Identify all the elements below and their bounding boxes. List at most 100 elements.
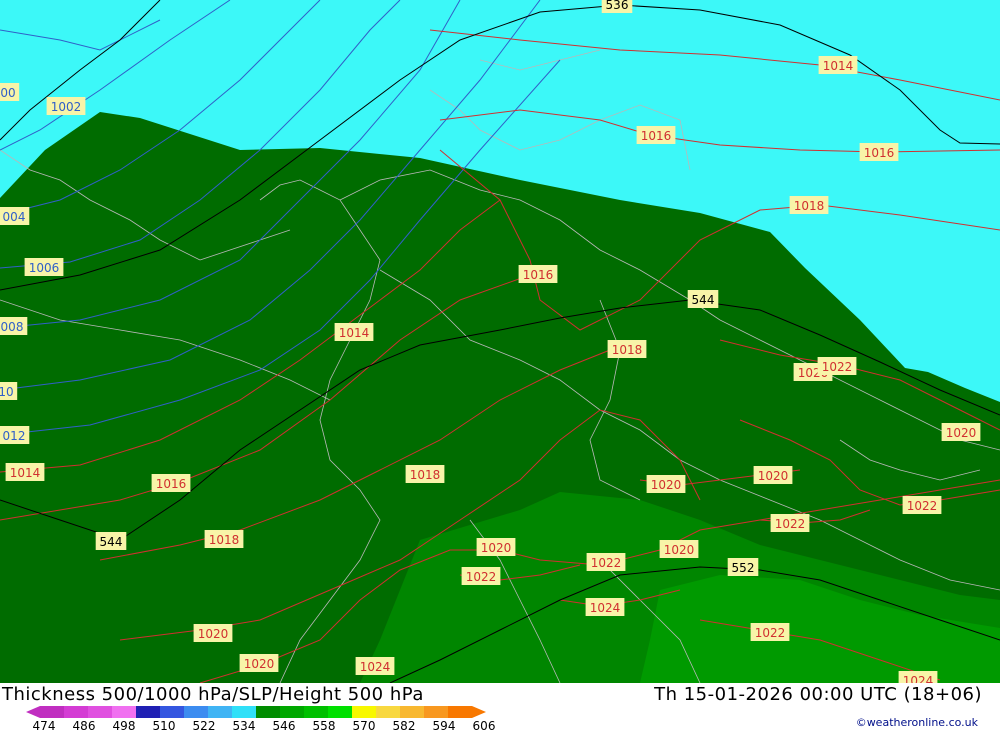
legend-swatch	[352, 706, 376, 718]
isobar-label-text: 1016	[864, 146, 895, 160]
isobar-label-text: 008	[1, 320, 24, 334]
legend-swatch	[376, 706, 400, 718]
legend-tick-label: 522	[193, 719, 216, 731]
isobar-label-text: 1006	[29, 261, 60, 275]
isobar-label-text: 1018	[209, 533, 240, 547]
isobar-label-text: 1024	[360, 660, 391, 674]
isobar-label: 1016	[151, 474, 191, 492]
isobar-label: 1020	[476, 538, 516, 556]
isobar-label-text: 552	[732, 561, 755, 575]
isobar-label-text: 1016	[156, 477, 187, 491]
isobar-label: 1022	[586, 553, 626, 571]
isobar-label-text: 1024	[903, 674, 934, 683]
isobar-label-text: 1018	[794, 199, 825, 213]
isobar-label: 1006	[24, 258, 64, 276]
legend-swatch	[400, 706, 424, 718]
legend-swatch	[208, 706, 232, 718]
isobar-label: 10	[0, 382, 18, 400]
legend-tick-label: 486	[73, 719, 96, 731]
isobar-label-text: 544	[692, 293, 715, 307]
isobar-label: 012	[0, 426, 30, 444]
isobar-label-text: 00	[0, 86, 15, 100]
isobar-label-text: 1020	[664, 543, 695, 557]
isobar-label: 1014	[5, 463, 45, 481]
isobar-label: 1022	[902, 496, 942, 514]
isobar-label-text: 1020	[946, 426, 977, 440]
isobar-label-text: 536	[606, 0, 629, 12]
thickness-color-legend: 474 486 498 510 522 534 546 558 570 582 594 606	[26, 706, 496, 731]
isobar-label: 1002	[46, 97, 86, 115]
legend-tick-label: 594	[433, 719, 456, 731]
isobar-label: 1020	[941, 423, 981, 441]
legend-swatch	[112, 706, 136, 718]
isobar-label-text: 012	[3, 429, 26, 443]
isobar-label-text: 544	[100, 535, 123, 549]
isobar-label-text: 1014	[339, 326, 370, 340]
map-title: Thickness 500/1000 hPa/SLP/Height 500 hP…	[2, 684, 424, 705]
legend-tick-label: 582	[393, 719, 416, 731]
isobar-label: 1020	[753, 466, 793, 484]
isobar-label-text: 1020	[244, 657, 275, 671]
legend-swatch	[232, 706, 256, 718]
isobar-label: 1022	[770, 514, 810, 532]
isobar-label: 1020	[646, 475, 686, 493]
isobar-label: 1018	[607, 340, 647, 358]
valid-time: Th 15-01-2026 00:00 UTC (18+06)	[654, 684, 982, 705]
isobar-label: 1020	[193, 624, 233, 642]
legend-swatch	[136, 706, 160, 718]
credit-link[interactable]: ©weatheronline.co.uk	[856, 716, 978, 729]
legend-swatch	[64, 706, 88, 718]
isobar-label: 1022	[817, 357, 857, 375]
isobar-label-text: 1020	[481, 541, 512, 555]
isobar-label: 00	[0, 83, 20, 101]
legend-swatch	[424, 706, 448, 718]
isobar-label-text: 1022	[591, 556, 622, 570]
legend-tick-label: 498	[113, 719, 136, 731]
legend-swatch	[160, 706, 184, 718]
legend-tick-label: 534	[233, 719, 256, 731]
isobar-label: 1018	[405, 465, 445, 483]
isobar-label: 1016	[859, 143, 899, 161]
isobar-label-text: 1022	[775, 517, 806, 531]
isobar-label-text: 1016	[523, 268, 554, 282]
legend-tick-label: 558	[313, 719, 336, 731]
isobar-label: 008	[0, 317, 28, 335]
isobar-label-text: 10	[0, 385, 14, 399]
isobar-label: 1014	[334, 323, 374, 341]
isobar-label-text: 1002	[51, 100, 82, 114]
isobar-label-text: 1020	[198, 627, 229, 641]
isobar-label-text: 1022	[466, 570, 497, 584]
isobar-label-text: 1020	[758, 469, 789, 483]
isobar-label: 004	[0, 207, 30, 225]
legend-swatch	[40, 706, 64, 718]
legend-arrow-right	[472, 706, 486, 718]
isobar-label-text: 004	[3, 210, 26, 224]
isobar-label-text: 1014	[10, 466, 41, 480]
isobar-label-text: 1020	[651, 478, 682, 492]
isobar-label-text: 1022	[755, 626, 786, 640]
legend-tick-label: 546	[273, 719, 296, 731]
legend-arrow-left	[26, 706, 40, 718]
legend-tick-label: 474	[33, 719, 56, 731]
isobar-label: 1018	[204, 530, 244, 548]
isobar-label: 1014	[818, 56, 858, 74]
isobar-label-text: 1022	[822, 360, 853, 374]
legend-tick-label: 606	[473, 719, 496, 731]
height-label: 544	[687, 290, 719, 308]
isobar-label: 1024	[898, 671, 938, 683]
isobar-label-text: 1018	[612, 343, 643, 357]
height-label: 552	[727, 558, 759, 576]
legend-swatch	[304, 706, 328, 718]
isobar-label: 1020	[239, 654, 279, 672]
isobar-label: 1018	[789, 196, 829, 214]
isobar-label-text: 1024	[590, 601, 621, 615]
height-label: 544	[95, 532, 127, 550]
legend-swatch	[280, 706, 304, 718]
isobar-label: 1016	[518, 265, 558, 283]
weather-map: 536 544 544 552 1014 1016 1016 1018 1016 1014 1018…	[0, 0, 1000, 683]
isobar-label-text: 1022	[907, 499, 938, 513]
legend-swatch	[256, 706, 280, 718]
legend-swatch	[328, 706, 352, 718]
isobar-label: 1024	[585, 598, 625, 616]
isobar-label: 1016	[636, 126, 676, 144]
